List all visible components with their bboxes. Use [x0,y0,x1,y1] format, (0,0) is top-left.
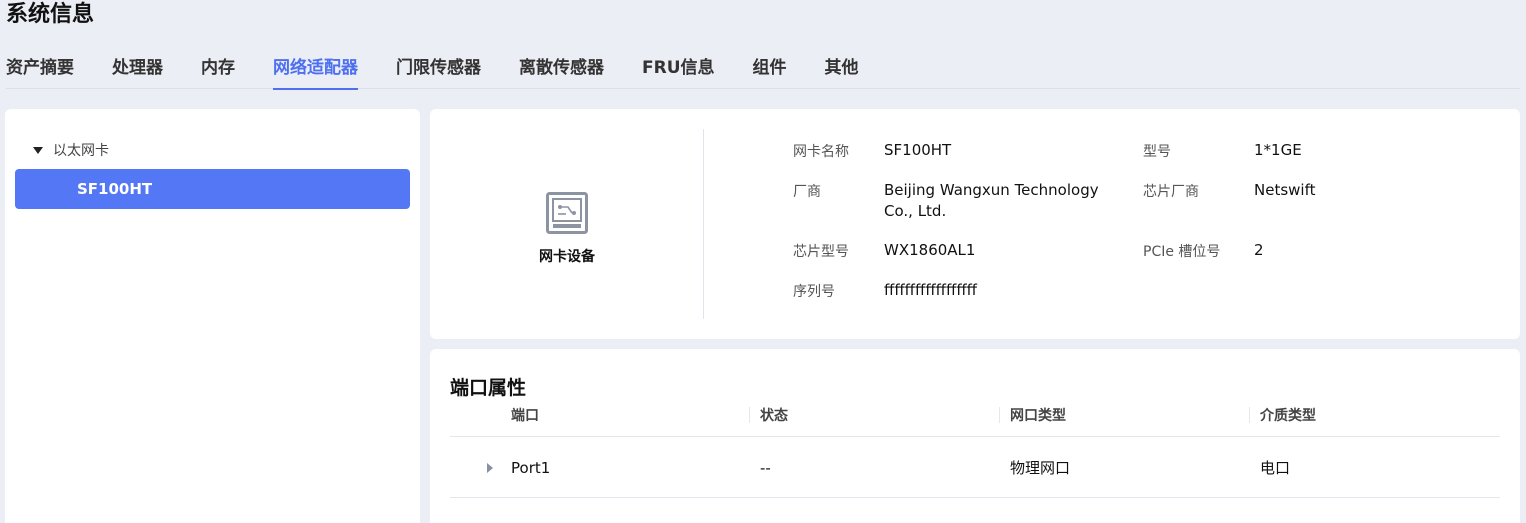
cell-status: -- [760,459,771,477]
tab-threshold-sensor[interactable]: 门限传感器 [396,56,481,89]
tab-bar: 资产摘要 处理器 内存 网络适配器 门限传感器 离散传感器 FRU信息 组件 其… [6,56,1520,90]
tab-processor[interactable]: 处理器 [112,56,163,89]
tab-other[interactable]: 其他 [825,56,859,89]
chip-vendor-label: 芯片厂商 [1143,184,1199,200]
column-header-port: 端口 [511,408,539,424]
port-table-header: 端口 状态 网口类型 介质类型 [450,405,1500,437]
nic-name-value: SF100HT [884,141,952,159]
adapter-info-card: 网卡设备 网卡名称 SF100HT 型号 1*1GE 厂商 Beijing Wa… [430,109,1520,339]
nic-name-label: 网卡名称 [793,144,849,160]
network-card-icon [546,192,588,234]
divider [703,129,704,319]
model-label: 型号 [1143,144,1171,160]
tab-components[interactable]: 组件 [753,56,787,89]
chip-model-value: WX1860AL1 [884,241,976,259]
column-divider [1249,407,1250,423]
pcie-slot-label: PCIe 槽位号 [1143,244,1221,260]
chip-model-label: 芯片型号 [793,244,849,260]
vendor-value: Beijing Wangxun Technology Co., Ltd. [884,181,1099,220]
cell-port: Port1 [511,459,551,477]
tree-item-sf100ht[interactable]: SF100HT [15,169,410,209]
column-header-port-type: 网口类型 [1010,408,1066,424]
tab-asset-summary[interactable]: 资产摘要 [6,56,74,89]
chip-vendor-value: Netswift [1254,181,1316,199]
column-header-status: 状态 [760,408,788,424]
column-divider [749,407,750,423]
serial-value: ffffffffffffffffff [884,281,978,299]
cell-port-type: 物理网口 [1010,459,1071,477]
expand-row-icon[interactable] [487,463,493,473]
caret-down-icon[interactable] [33,146,43,154]
tab-discrete-sensor[interactable]: 离散传感器 [519,56,604,89]
cell-media-type: 电口 [1260,459,1291,477]
column-header-media-type: 介质类型 [1260,408,1316,424]
page-title: 系统信息 [6,2,95,27]
adapter-tree-panel: 以太网卡 SF100HT [5,109,420,523]
port-section-title: 端口属性 [450,377,527,399]
tab-memory[interactable]: 内存 [201,56,235,89]
tab-fru-info[interactable]: FRU信息 [642,56,715,89]
pcie-slot-value: 2 [1254,241,1264,259]
column-divider [999,407,1000,423]
serial-label: 序列号 [793,284,835,300]
vendor-label: 厂商 [793,184,821,200]
model-value: 1*1GE [1254,141,1302,159]
device-label: 网卡设备 [539,249,595,265]
port-properties-card: 端口属性 端口 状态 网口类型 介质类型 Port1 -- 物理网口 电口 [430,349,1520,523]
tree-group-ethernet[interactable]: 以太网卡 [33,139,109,161]
device-summary: 网卡设备 [430,109,704,339]
tree-group-label: 以太网卡 [53,143,109,159]
table-row[interactable]: Port1 -- 物理网口 电口 [450,438,1500,498]
tab-network-adapter[interactable]: 网络适配器 [273,56,358,90]
